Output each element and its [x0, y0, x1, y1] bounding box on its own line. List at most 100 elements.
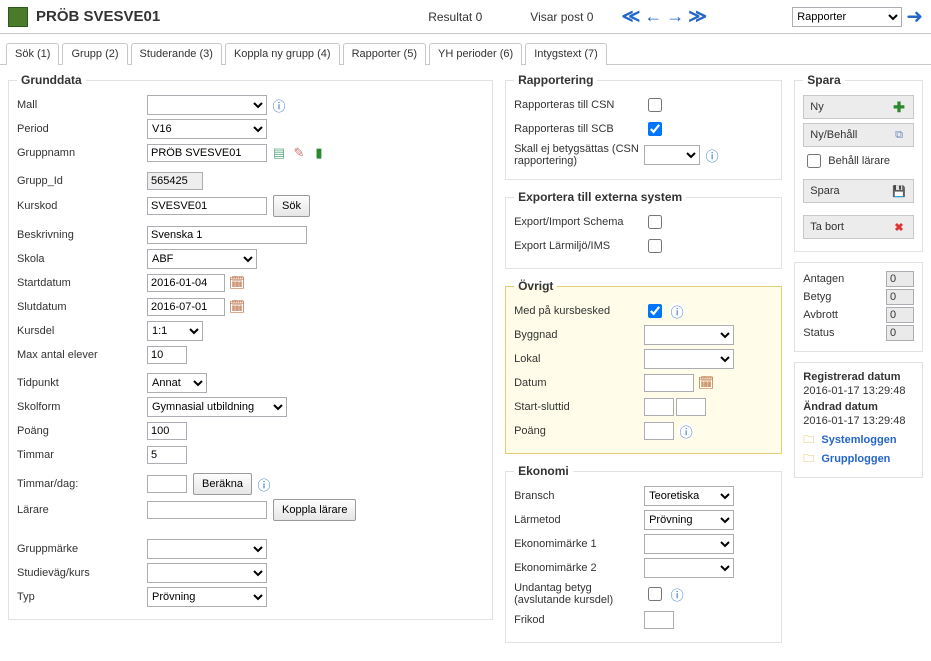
nav-next-icon[interactable]: →	[666, 6, 684, 27]
tidpunkt-select[interactable]: Annat	[147, 373, 207, 393]
ekonomi-fieldset: Ekonomi Bransch Teoretiska Lärmetod Pröv…	[505, 464, 782, 643]
ny-button[interactable]: Ny✚	[803, 95, 914, 119]
csn-checkbox[interactable]	[648, 98, 662, 112]
calendar-icon[interactable]: 🗓	[229, 299, 245, 315]
skolform-select[interactable]: Gymnasial utbildning	[147, 397, 287, 417]
berakna-button[interactable]: Beräkna	[193, 473, 252, 495]
gruppmarke-select[interactable]	[147, 539, 267, 559]
ovrigt-poang-label: Poäng	[514, 425, 644, 437]
slutdatum-label: Slutdatum	[17, 301, 147, 313]
export-legend: Exportera till externa system	[514, 190, 686, 204]
schema-checkbox[interactable]	[648, 215, 662, 229]
nav-last-icon[interactable]: ≫	[688, 6, 707, 27]
info-icon[interactable]: ⓘ	[669, 586, 685, 602]
typ-label: Typ	[17, 591, 147, 603]
scb-checkbox[interactable]	[648, 122, 662, 136]
systemloggen-link[interactable]: Systemloggen	[821, 434, 896, 446]
info-icon[interactable]: ⓘ	[256, 476, 272, 492]
betyg-label: Betyg	[803, 291, 831, 303]
timmardag-input[interactable]	[147, 475, 187, 493]
sok-button[interactable]: Sök	[273, 195, 310, 217]
tab-sok[interactable]: Sök (1)	[6, 43, 59, 65]
nybehall-button[interactable]: Ny/Behåll⧉	[803, 123, 914, 147]
report-select[interactable]: Rapporter	[792, 7, 902, 27]
frikod-input[interactable]	[644, 611, 674, 629]
tab-koppla[interactable]: Koppla ny grupp (4)	[225, 43, 340, 65]
tab-studerande[interactable]: Studerande (3)	[131, 43, 222, 65]
period-select[interactable]: V16	[147, 119, 267, 139]
nav-first-icon[interactable]: ≪	[621, 6, 640, 27]
slutdatum-input[interactable]	[147, 298, 225, 316]
tab-grupp[interactable]: Grupp (2)	[62, 43, 127, 65]
gruppid-label: Grupp_Id	[17, 175, 147, 187]
grunddata-fieldset: Grunddata Mall ⓘ Period V16 Gruppnamn ▤ …	[8, 73, 493, 620]
medpa-checkbox[interactable]	[648, 304, 662, 318]
datum-input[interactable]	[644, 374, 694, 392]
kurskod-input[interactable]	[147, 197, 267, 215]
save-icon: 💾	[891, 185, 907, 198]
tab-intygstext[interactable]: Intygstext (7)	[525, 43, 607, 65]
starttid-input[interactable]	[644, 398, 674, 416]
kursdel-select[interactable]: 1:1	[147, 321, 203, 341]
sluttid-input[interactable]	[676, 398, 706, 416]
eraser-icon[interactable]: ✎	[291, 145, 307, 161]
maxelever-input[interactable]	[147, 346, 187, 364]
ekonomi-legend: Ekonomi	[514, 464, 573, 478]
chg-date: 2016-01-17 13:29:48	[803, 415, 914, 427]
info-icon[interactable]: ⓘ	[669, 303, 685, 319]
spara-button[interactable]: Spara💾	[803, 179, 914, 203]
ims-label: Export Lärmiljö/IMS	[514, 240, 644, 252]
studievag-select[interactable]	[147, 563, 267, 583]
startsluttid-label: Start-sluttid	[514, 401, 644, 413]
mall-select[interactable]	[147, 95, 267, 115]
lokal-label: Lokal	[514, 353, 644, 365]
undantag-checkbox[interactable]	[648, 587, 662, 601]
larare-input[interactable]	[147, 501, 267, 519]
rapportering-legend: Rapportering	[514, 73, 597, 87]
export-fieldset: Exportera till externa system Export/Imp…	[505, 190, 782, 269]
calendar-icon[interactable]: 🗓	[698, 375, 714, 391]
lokal-select[interactable]	[644, 349, 734, 369]
stats-fieldset: Antagen 0 Betyg 0 Avbrott 0 Status 0	[794, 262, 923, 352]
tab-yhperioder[interactable]: YH perioder (6)	[429, 43, 522, 65]
skallej-select[interactable]	[644, 145, 700, 165]
eko1-select[interactable]	[644, 534, 734, 554]
maxelever-label: Max antal elever	[17, 349, 147, 361]
green-marker-icon[interactable]: ▮	[311, 145, 327, 161]
ims-checkbox[interactable]	[648, 239, 662, 253]
calendar-icon[interactable]: 🗓	[229, 275, 245, 291]
koppla-larare-button[interactable]: Koppla lärare	[273, 499, 356, 521]
timmar-input[interactable]	[147, 446, 187, 464]
mall-label: Mall	[17, 99, 147, 111]
info-icon[interactable]: ⓘ	[704, 147, 720, 163]
info-icon[interactable]: ⓘ	[678, 423, 694, 439]
larmetod-select[interactable]: Prövning	[644, 510, 734, 530]
bransch-select[interactable]: Teoretiska	[644, 486, 734, 506]
ovrigt-poang-input[interactable]	[644, 422, 674, 440]
csn-label: Rapporteras till CSN	[514, 99, 644, 111]
tabort-button[interactable]: Ta bort✖	[803, 215, 914, 239]
larmetod-label: Lärmetod	[514, 514, 644, 526]
skola-select[interactable]: ABF	[147, 249, 257, 269]
nav-prev-icon[interactable]: ←	[644, 6, 662, 27]
tab-rapporter[interactable]: Rapporter (5)	[343, 43, 426, 65]
info-icon[interactable]: ⓘ	[271, 97, 287, 113]
betyg-value: 0	[886, 289, 914, 305]
behall-larare-label: Behåll lärare	[828, 155, 890, 167]
timmar-label: Timmar	[17, 449, 147, 461]
grupploggen-link[interactable]: Grupploggen	[821, 453, 890, 465]
beskrivning-input[interactable]	[147, 226, 307, 244]
poang-input[interactable]	[147, 422, 187, 440]
beskrivning-label: Beskrivning	[17, 229, 147, 241]
typ-select[interactable]: Prövning	[147, 587, 267, 607]
larare-label: Lärare	[17, 504, 147, 516]
gruppnamn-input[interactable]	[147, 144, 267, 162]
antagen-value: 0	[886, 271, 914, 287]
behall-larare-checkbox[interactable]	[807, 154, 821, 168]
doc-icon[interactable]: ▤	[271, 145, 287, 161]
go-icon[interactable]: ➜	[906, 4, 923, 29]
tab-bar: Sök (1) Grupp (2) Studerande (3) Koppla …	[0, 33, 931, 65]
byggnad-select[interactable]	[644, 325, 734, 345]
startdatum-input[interactable]	[147, 274, 225, 292]
eko2-select[interactable]	[644, 558, 734, 578]
